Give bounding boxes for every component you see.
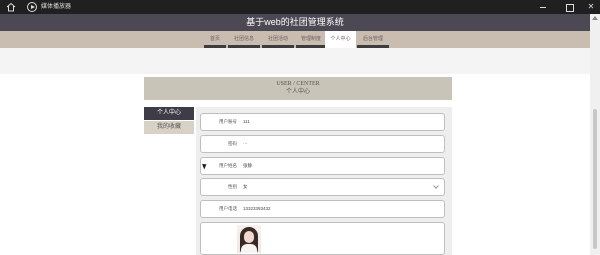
gender-select[interactable]: 性别 女 <box>200 178 445 196</box>
home-icon[interactable] <box>6 2 16 12</box>
avatar-field[interactable] <box>200 222 445 255</box>
field-label: 用户电话 <box>219 206 237 211</box>
chevron-down-icon[interactable] <box>433 183 439 189</box>
side-menu-favorites[interactable]: 我的收藏 <box>144 121 194 134</box>
media-player-icon <box>27 2 37 12</box>
avatar-body <box>241 244 257 253</box>
account-field[interactable]: 用户账号 111 <box>200 113 445 131</box>
name-field[interactable]: 用户姓名 张静 <box>200 157 445 175</box>
nav-item-club-info[interactable]: 社团信息 <box>228 31 260 48</box>
window-titlebar: 媒体播放器 ✕ <box>0 0 600 14</box>
avatar[interactable] <box>237 225 261 253</box>
field-value[interactable]: 13323393432 <box>243 201 271 217</box>
nav-item-label: 社团信息 <box>233 36 254 42</box>
nav-item-club-activities[interactable]: 社团活动 <box>262 31 294 48</box>
minimize-button[interactable] <box>537 1 549 13</box>
main-nav: 首页 社团信息 社团活动 管理制度 个人中心 后台管理 <box>0 31 590 48</box>
password-field[interactable]: 密码 ··· <box>200 135 445 153</box>
nav-item-label: 后台管理 <box>362 36 383 42</box>
field-label: 性别 <box>228 184 237 189</box>
field-value[interactable]: 张静 <box>243 158 252 174</box>
nav-item-home[interactable]: 首页 <box>204 31 226 48</box>
side-menu-user-center[interactable]: 个人中心 <box>144 107 194 120</box>
window-title: 媒体播放器 <box>41 4 72 10</box>
banner-strip <box>0 48 590 74</box>
close-button[interactable]: ✕ <box>585 1 597 13</box>
maximize-button[interactable] <box>563 1 575 13</box>
section-title: USER / CENTER 个人中心 <box>144 77 452 100</box>
avatar-face <box>244 231 254 243</box>
field-value[interactable]: 女 <box>243 179 248 195</box>
nav-item-admin[interactable]: 后台管理 <box>357 31 389 48</box>
nav-item-label: 首页 <box>209 36 220 42</box>
nav-item-label: 个人中心 <box>330 36 351 42</box>
nav-item-label: 管理制度 <box>300 36 321 42</box>
nav-item-regulations[interactable]: 管理制度 <box>296 31 326 48</box>
scroll-up-icon[interactable] <box>592 16 598 20</box>
field-label: 用户账号 <box>219 119 237 124</box>
field-value[interactable]: 111 <box>243 114 250 130</box>
nav-item-label: 社团活动 <box>267 36 288 42</box>
nav-item-user-center[interactable]: 个人中心 <box>325 31 356 48</box>
section-title-en: USER / CENTER <box>276 81 320 87</box>
site-title: 基于web的社团管理系统 <box>246 17 344 27</box>
field-value[interactable]: ··· <box>243 136 248 152</box>
phone-field[interactable]: 用户电话 13323393432 <box>200 200 445 218</box>
scroll-thumb[interactable] <box>593 109 597 249</box>
section-title-cn: 个人中心 <box>285 89 310 95</box>
field-label: 密码 <box>228 141 237 146</box>
page-scrollbar[interactable] <box>590 14 600 255</box>
site-header: 基于web的社团管理系统 <box>0 14 600 31</box>
